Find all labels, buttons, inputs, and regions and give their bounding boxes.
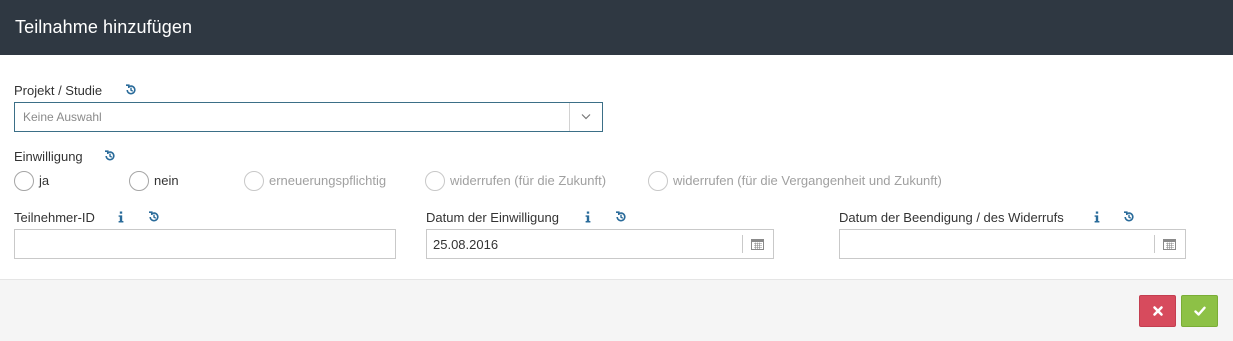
participant-id-history-icon[interactable] xyxy=(148,211,160,223)
project-history-icon[interactable] xyxy=(125,84,137,96)
end-date-history-icon[interactable] xyxy=(1123,211,1135,223)
consent-option-label: nein xyxy=(154,173,179,188)
chevron-down-icon xyxy=(581,114,591,120)
close-icon xyxy=(1153,306,1163,316)
participant-id-info-icon[interactable] xyxy=(115,211,127,223)
radio-button[interactable] xyxy=(244,171,264,191)
project-select-value: Keine Auswahl xyxy=(23,110,102,124)
radio-button[interactable] xyxy=(425,171,445,191)
consent-history-icon[interactable] xyxy=(104,150,116,162)
consent-option-label: widerrufen (für die Zukunft) xyxy=(450,173,607,188)
modal-footer xyxy=(0,279,1233,341)
consent-label: Einwilligung xyxy=(14,149,83,164)
consent-date-label: Datum der Einwilligung xyxy=(426,210,559,225)
cancel-button[interactable] xyxy=(1139,295,1176,327)
input-divider xyxy=(1154,235,1155,253)
consent-option-label: ja xyxy=(39,173,50,188)
dialog-title: Teilnahme hinzufügen xyxy=(15,17,193,37)
check-icon xyxy=(1194,306,1206,316)
consent-date-info-icon[interactable] xyxy=(582,211,594,223)
radio-button[interactable] xyxy=(129,171,149,191)
consent-date-input[interactable]: 25.08.2016 xyxy=(426,229,774,259)
calendar-icon[interactable] xyxy=(1163,238,1176,250)
consent-date-value: 25.08.2016 xyxy=(433,237,499,252)
radio-button[interactable] xyxy=(648,171,668,191)
consent-date-history-icon[interactable] xyxy=(615,211,627,223)
participant-id-label: Teilnehmer-ID xyxy=(14,210,95,225)
participant-id-input[interactable] xyxy=(14,229,396,259)
input-divider xyxy=(742,235,743,253)
consent-option-label: erneuerungspflichtig xyxy=(269,173,387,188)
confirm-button[interactable] xyxy=(1181,295,1218,327)
consent-option-label: widerrufen (für die Vergangenheit und Zu… xyxy=(673,173,942,188)
project-label: Projekt / Studie xyxy=(14,83,103,98)
radio-button[interactable] xyxy=(14,171,34,191)
end-date-info-icon[interactable] xyxy=(1091,211,1103,223)
modal-header: Teilnahme hinzufügen xyxy=(0,0,1233,55)
calendar-icon[interactable] xyxy=(751,238,764,250)
project-select-toggle[interactable] xyxy=(569,103,602,131)
project-select[interactable]: Keine Auswahl xyxy=(14,102,603,132)
end-date-input[interactable] xyxy=(839,229,1186,259)
end-date-label: Datum der Beendigung / des Widerrufs xyxy=(839,210,1064,225)
